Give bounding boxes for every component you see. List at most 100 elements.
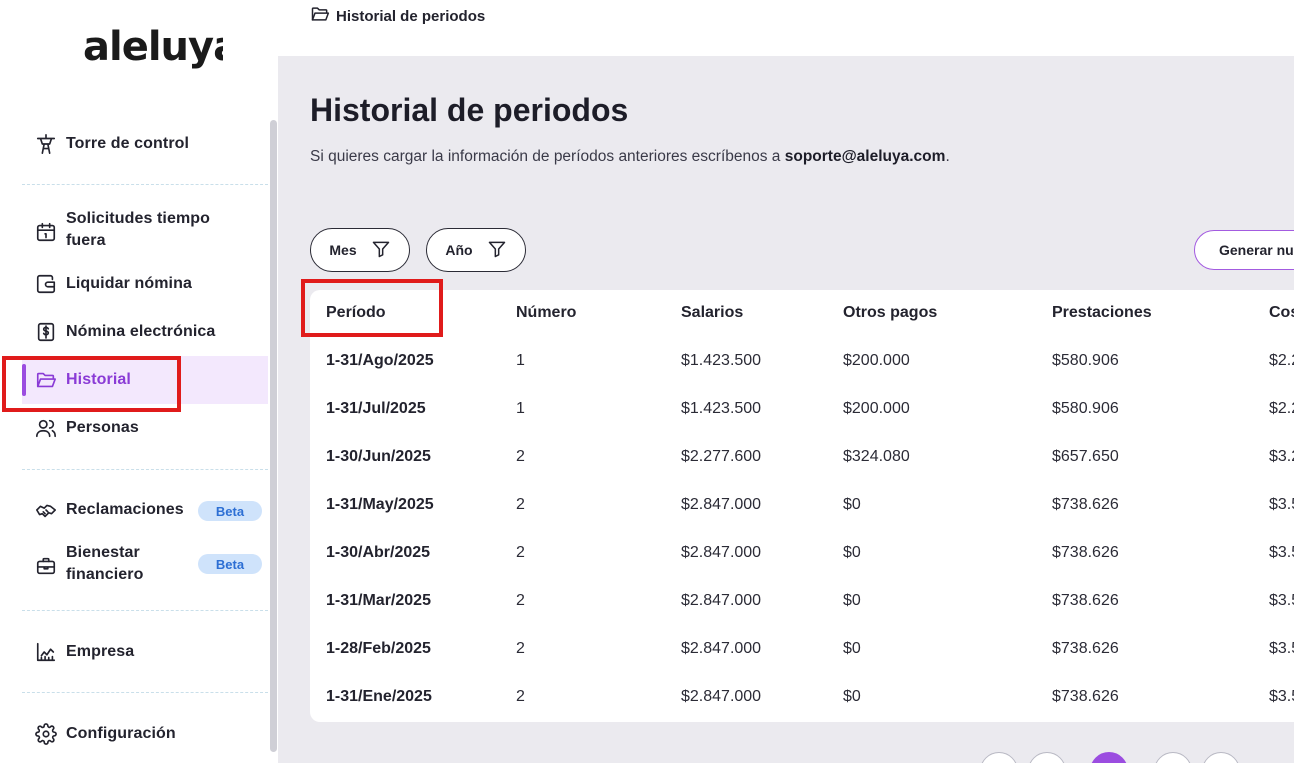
wallet-icon xyxy=(34,272,58,296)
table-cell: $738.626 xyxy=(1052,544,1119,561)
highlight-box-periodo xyxy=(301,279,443,337)
support-email: soporte@aleluya.com xyxy=(784,148,946,165)
table-row[interactable]: 1-31/Mar/2025 2 $2.847.000 $0 $738.626 $3.5 xyxy=(310,578,1294,626)
filter-ano-button[interactable]: Año xyxy=(426,228,526,272)
table-cell: $3.5 xyxy=(1269,592,1294,609)
table-cell: 1-31/Mar/2025 xyxy=(326,592,431,609)
table-row[interactable]: 1-28/Feb/2025 2 $2.847.000 $0 $738.626 $3.5 xyxy=(310,626,1294,674)
sidebar-item-liquidar-nomina[interactable]: Liquidar nómina xyxy=(22,270,268,298)
sidebar-item-solicitudes[interactable]: Solicitudes tiempo fuera xyxy=(22,208,268,256)
table-cell: $2.2 xyxy=(1269,400,1294,417)
table-row[interactable]: 1-31/Ene/2025 2 $2.847.000 $0 $738.626 $3.5 xyxy=(310,674,1294,722)
sidebar-item-label: Torre de control xyxy=(66,135,190,152)
folder-open-icon xyxy=(310,4,330,28)
table-cell: $2.847.000 xyxy=(681,544,762,561)
table-row[interactable]: 1-31/Jul/2025 1 $1.423.500 $200.000 $580.906… xyxy=(310,386,1294,434)
filter-label: Año xyxy=(445,242,473,258)
sidebar-item-label: Nómina electrónica xyxy=(66,323,216,340)
pagination-first-button[interactable] xyxy=(980,752,1018,763)
page-description: Si quieres cargar la información de perí… xyxy=(310,148,950,166)
table-cell: $1.423.500 xyxy=(681,400,762,417)
table-cell: $580.906 xyxy=(1052,400,1119,417)
table-cell: $738.626 xyxy=(1052,640,1119,657)
table-cell: 1-31/Ago/2025 xyxy=(326,352,434,369)
table-cell: $2.847.000 xyxy=(681,496,762,513)
sidebar-item-label: Solicitudes tiempo fuera xyxy=(66,210,211,249)
column-header-prestaciones[interactable]: Prestaciones xyxy=(1052,304,1152,322)
table-row[interactable]: 1-31/Ago/2025 1 $1.423.500 $200.000 $580.906… xyxy=(310,338,1294,386)
column-header-otros-pagos[interactable]: Otros pagos xyxy=(843,304,937,322)
table-cell: $2.847.000 xyxy=(681,640,762,657)
table-cell: $2.277.600 xyxy=(681,448,762,465)
table-cell: $2.847.000 xyxy=(681,592,762,609)
column-header-numero[interactable]: Número xyxy=(516,304,576,322)
table-cell: $0 xyxy=(843,496,861,513)
table-cell: $0 xyxy=(843,640,861,657)
calendar-icon xyxy=(34,220,58,244)
history-table: Período Número Salarios Otros pagos Pres… xyxy=(310,290,1294,722)
table-cell: $3.5 xyxy=(1269,544,1294,561)
table-cell: 2 xyxy=(516,640,525,657)
table-cell: $0 xyxy=(843,544,861,561)
pagination-next-button[interactable] xyxy=(1154,752,1192,763)
table-cell: $3.5 xyxy=(1269,688,1294,705)
beta-badge: Beta xyxy=(198,554,262,574)
sidebar-item-label: Personas xyxy=(66,419,139,436)
sidebar-item-torre-de-control[interactable]: Torre de control xyxy=(22,130,268,158)
table-cell: 1-31/May/2025 xyxy=(326,496,434,513)
table-cell: $1.423.500 xyxy=(681,352,762,369)
sidebar-scrollbar[interactable] xyxy=(270,120,277,752)
table-cell: $3.5 xyxy=(1269,640,1294,657)
dollar-document-icon xyxy=(34,320,58,344)
sidebar-item-configuracion[interactable]: Configuración xyxy=(22,720,268,748)
sidebar-item-nomina-electronica[interactable]: Nómina electrónica xyxy=(22,318,268,346)
table-cell: $580.906 xyxy=(1052,352,1119,369)
aleluya-logo[interactable]: aleluya xyxy=(83,18,223,78)
table-cell: 1-28/Feb/2025 xyxy=(326,640,431,657)
table-cell: 2 xyxy=(516,592,525,609)
table-cell: $3.2 xyxy=(1269,448,1294,465)
sidebar-item-empresa[interactable]: Empresa xyxy=(22,638,268,666)
briefcase-icon xyxy=(34,554,58,578)
sidebar-divider xyxy=(22,184,268,185)
table-cell: 1-31/Jul/2025 xyxy=(326,400,426,417)
table-cell: 1-30/Abr/2025 xyxy=(326,544,431,561)
main-content: Historial de periodos Si quieres cargar … xyxy=(278,56,1294,763)
table-cell: $2.2 xyxy=(1269,352,1294,369)
filter-label: Mes xyxy=(329,242,357,258)
sidebar-divider xyxy=(22,469,268,470)
beta-badge: Beta xyxy=(198,501,262,521)
table-cell: $738.626 xyxy=(1052,496,1119,513)
pagination-page-current[interactable] xyxy=(1090,752,1128,763)
pagination-last-button[interactable] xyxy=(1202,752,1240,763)
sidebar-item-personas[interactable]: Personas xyxy=(22,414,268,442)
handshake-icon xyxy=(34,498,58,522)
table-cell: $200.000 xyxy=(843,352,910,369)
breadcrumb: Historial de periodos xyxy=(310,4,485,28)
table-cell: 2 xyxy=(516,496,525,513)
highlight-box-historial xyxy=(2,356,181,412)
chart-building-icon xyxy=(34,640,58,664)
table-row[interactable]: 1-30/Abr/2025 2 $2.847.000 $0 $738.626 $3.5 xyxy=(310,530,1294,578)
svg-text:aleluya: aleluya xyxy=(83,24,223,70)
table-cell: $3.5 xyxy=(1269,496,1294,513)
topbar: Historial de periodos xyxy=(278,0,1294,56)
generate-button[interactable]: Generar nu xyxy=(1194,230,1294,270)
control-tower-icon xyxy=(34,132,58,156)
column-header-costo[interactable]: Cos xyxy=(1269,304,1294,322)
table-row[interactable]: 1-31/May/2025 2 $2.847.000 $0 $738.626 $3.5 xyxy=(310,482,1294,530)
table-cell: $324.080 xyxy=(843,448,910,465)
table-cell: 1 xyxy=(516,400,525,417)
pagination-prev-button[interactable] xyxy=(1028,752,1066,763)
description-text: Si quieres cargar la información de perí… xyxy=(310,148,785,165)
filter-icon xyxy=(371,239,391,262)
description-suffix: . xyxy=(945,148,950,165)
table-cell: 2 xyxy=(516,688,525,705)
table-cell: 1-31/Ene/2025 xyxy=(326,688,432,705)
table-row[interactable]: 1-30/Jun/2025 2 $2.277.600 $324.080 $657.650… xyxy=(310,434,1294,482)
column-header-salarios[interactable]: Salarios xyxy=(681,304,743,322)
sidebar-divider xyxy=(22,610,268,611)
page-title: Historial de periodos xyxy=(310,92,629,128)
users-icon xyxy=(34,416,58,440)
filter-mes-button[interactable]: Mes xyxy=(310,228,410,272)
